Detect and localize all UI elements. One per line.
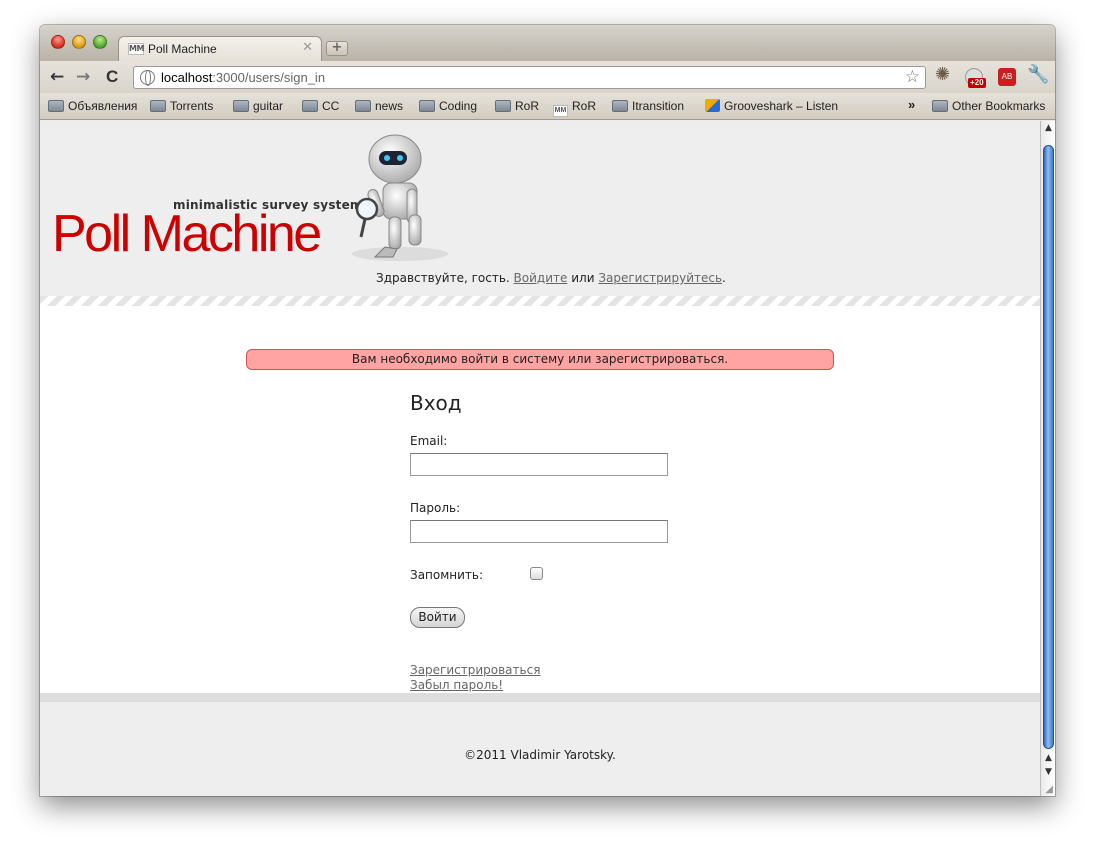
folder-icon [233,100,249,112]
extension-notifier-icon[interactable]: +20 [965,68,986,88]
folder-icon [150,100,166,112]
browser-window: MM Poll Machine ✕ + ← → C localhost:3000… [40,25,1055,796]
mm-favicon-icon: MM [128,43,144,55]
robot-mascot-icon [352,134,448,261]
tab-close-icon[interactable]: ✕ [302,40,313,55]
register-link[interactable]: Зарегистрироваться [410,663,540,677]
vertical-scrollbar[interactable]: ▲ ▲ ▼ ◢ [1040,121,1055,796]
bookmark-link[interactable]: MM RoR [553,99,596,117]
page-title: Вход [410,391,462,415]
folder-icon [302,100,318,112]
other-bookmarks[interactable]: Other Bookmarks [932,99,1045,113]
new-tab-button[interactable]: + [326,41,348,56]
header-divider [40,296,1040,306]
close-window-button[interactable] [51,35,65,49]
bookmark-folder[interactable]: CC [302,99,339,113]
bookmark-star-icon[interactable]: ☆ [905,67,920,87]
scrollbar-thumb[interactable] [1043,145,1054,749]
folder-icon [355,100,371,112]
reload-button[interactable]: C [106,67,118,87]
forward-button[interactable]: → [76,67,90,87]
greeting-text: Здравствуйте, гость. Войдите или Зарегис… [376,271,726,285]
address-bar[interactable]: localhost:3000/users/sign_in ☆ [133,66,926,89]
register-header-link[interactable]: Зарегистрируйтесь [598,271,722,285]
page-viewport: minimalistic survey system Poll Machine [40,121,1040,796]
folder-icon [419,100,435,112]
site-footer: ©2011 Vladimir Yarotsky. [40,702,1040,796]
scroll-up-icon[interactable]: ▲ [1043,123,1054,133]
site-logo[interactable]: Poll Machine [52,208,322,260]
browser-toolbar: ← → C localhost:3000/users/sign_in ☆ ✺ +… [40,61,1055,93]
email-field[interactable] [410,453,668,476]
folder-icon [932,100,948,112]
url-text: localhost:3000/users/sign_in [161,70,326,85]
forgot-password-link[interactable]: Забыл пароль! [410,678,503,692]
bookmarks-bar: Объявления Torrents guitar CC news Codin… [40,93,1055,120]
site-header: minimalistic survey system Poll Machine [40,121,1040,296]
resize-grip-icon[interactable]: ◢ [1045,784,1053,795]
tab-poll-machine[interactable]: MM Poll Machine ✕ [118,36,322,62]
bookmark-link[interactable]: Grooveshark – Listen [705,99,838,113]
bookmark-folder[interactable]: RoR [495,99,539,113]
tab-strip: MM Poll Machine ✕ + [40,25,1055,62]
zoom-window-button[interactable] [93,35,107,49]
adblock-icon[interactable]: AB [998,68,1016,86]
folder-icon [48,100,64,112]
minimize-window-button[interactable] [72,35,86,49]
globe-icon [140,70,155,86]
bookmark-folder[interactable]: guitar [233,99,283,113]
bookmark-folder[interactable]: Itransition [612,99,684,113]
footer-divider [40,693,1040,702]
remember-label: Запомнить: [410,568,484,582]
bookmark-folder[interactable]: Torrents [150,99,213,113]
wrench-menu-icon[interactable]: 🔧 [1027,64,1049,85]
extension-gear-icon[interactable]: ✺ [935,64,953,85]
bookmark-folder[interactable]: news [355,99,403,113]
password-field[interactable] [410,520,668,543]
bookmarks-overflow-chevron-icon[interactable]: » [908,97,915,112]
remember-checkbox[interactable] [530,567,543,580]
email-label: Email: [410,434,448,448]
scroll-down-icon[interactable]: ▼ [1043,767,1054,777]
folder-icon [495,100,511,112]
copyright-text: ©2011 Vladimir Yarotsky. [464,748,616,762]
back-button[interactable]: ← [50,67,64,87]
scroll-up-icon[interactable]: ▲ [1043,753,1054,763]
mm-favicon-icon: MM [553,105,568,117]
grooveshark-icon [705,99,720,112]
login-link[interactable]: Войдите [514,271,568,285]
login-button[interactable]: Войти [410,607,465,628]
flash-alert: Вам необходимо войти в систему или зарег… [246,349,834,370]
tab-title: Poll Machine [148,42,217,56]
password-label: Пароль: [410,501,461,515]
folder-icon [612,100,628,112]
bookmark-folder[interactable]: Объявления [48,99,137,113]
bookmark-folder[interactable]: Coding [419,99,477,113]
